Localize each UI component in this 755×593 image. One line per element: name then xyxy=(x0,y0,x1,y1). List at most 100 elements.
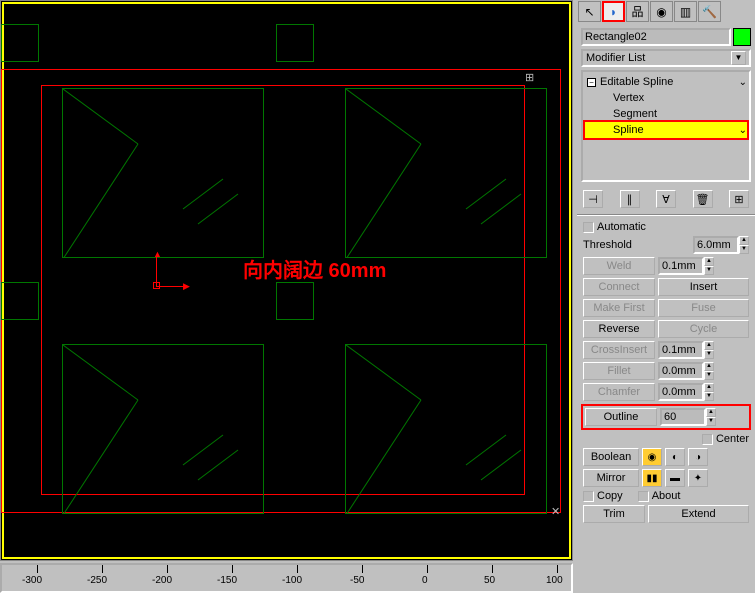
spinner-buttons[interactable]: ▲▼ xyxy=(739,236,749,254)
tab-create[interactable]: ↖ xyxy=(578,1,601,22)
tab-modify[interactable]: ◗ xyxy=(602,1,625,22)
about-label: About xyxy=(652,490,681,502)
vbars-icon: ∥ xyxy=(627,193,633,206)
panel-tl xyxy=(62,88,264,258)
modifier-list-dropdown[interactable]: Modifier List ▼ xyxy=(581,49,751,67)
threshold-spinner[interactable] xyxy=(693,236,739,254)
tree-segment[interactable]: Segment xyxy=(585,106,747,122)
boolean-subtract-button[interactable]: ◐ xyxy=(665,448,685,466)
fillet-button[interactable]: Fillet xyxy=(583,362,655,380)
crossinsert-spinner[interactable] xyxy=(658,341,704,359)
mirror-both-button[interactable]: ✦ xyxy=(688,469,708,487)
cycle-button[interactable]: Cycle xyxy=(658,320,749,338)
configure-sets-button[interactable]: ⊞ xyxy=(729,190,749,208)
modifier-list-label: Modifier List xyxy=(586,52,645,64)
boolean-union-button[interactable]: ◉ xyxy=(642,448,662,466)
divider xyxy=(577,214,755,216)
chevron-icon: ⌄ xyxy=(739,125,747,136)
mirror-button[interactable]: Mirror xyxy=(583,469,639,487)
ruler-label: -300 xyxy=(22,575,42,586)
connect-button[interactable]: Connect xyxy=(583,278,655,296)
makefirst-button[interactable]: Make First xyxy=(583,299,655,317)
chevron-icon: ⌄ xyxy=(739,77,747,88)
tree-spline[interactable]: Spline ⌄ xyxy=(585,122,747,138)
arc-icon: ◗ xyxy=(610,5,617,19)
ruler-ticks: -300 -250 -200 -150 -100 -50 0 50 100 xyxy=(2,565,571,591)
trash-icon: 🗑 xyxy=(696,193,710,206)
chamfer-spinner[interactable] xyxy=(658,383,704,401)
center-label: Center xyxy=(716,433,749,445)
spinner-buttons[interactable]: ▲▼ xyxy=(706,408,716,426)
ruler-label: -150 xyxy=(217,575,237,586)
remove-modifier-button[interactable]: 🗑 xyxy=(693,190,713,208)
automatic-label: Automatic xyxy=(597,221,646,233)
command-panel: ↖ ◗ 品 ◉ ▥ 🔨 Modifier List ▼ − Editable S… xyxy=(577,0,755,593)
chamfer-button[interactable]: Chamfer xyxy=(583,383,655,401)
outline-spinner[interactable] xyxy=(660,408,706,426)
center-checkbox[interactable] xyxy=(702,434,713,445)
handle-br: ✕ xyxy=(551,505,561,515)
automatic-checkbox[interactable] xyxy=(583,222,594,233)
object-color-swatch[interactable] xyxy=(733,28,751,46)
tree-root-label: Editable Spline xyxy=(600,76,673,88)
insert-button[interactable]: Insert xyxy=(658,278,749,296)
boolean-intersect-button[interactable]: ◑ xyxy=(688,448,708,466)
about-checkbox[interactable] xyxy=(638,491,649,502)
fillet-spinner[interactable] xyxy=(658,362,704,380)
copy-checkbox[interactable] xyxy=(583,491,594,502)
show-end-result-button[interactable]: ∥ xyxy=(620,190,640,208)
outline-highlight: Outline ▲▼ xyxy=(581,404,751,430)
trim-button[interactable]: Trim xyxy=(583,505,645,523)
tab-display[interactable]: ▥ xyxy=(674,1,697,22)
hammer-icon: 🔨 xyxy=(702,5,717,19)
ruler-label: 100 xyxy=(546,575,563,586)
mirror-h-button[interactable]: ▮▮ xyxy=(642,469,662,487)
reverse-button[interactable]: Reverse xyxy=(583,320,655,338)
tree-vertex[interactable]: Vertex xyxy=(585,90,747,106)
mirror-h-icon: ▮▮ xyxy=(646,473,657,484)
box-ml xyxy=(1,282,39,320)
panel-br xyxy=(345,344,547,514)
mirror-v-button[interactable]: ▬ xyxy=(665,469,685,487)
tab-motion[interactable]: ◉ xyxy=(650,1,673,22)
rollout-geometry: Automatic Threshold ▲▼ Weld ▲▼ Connect I… xyxy=(577,218,755,529)
make-unique-button[interactable]: ∀ xyxy=(656,190,676,208)
spinner-buttons[interactable]: ▲▼ xyxy=(704,362,714,380)
tree-item-label: Segment xyxy=(613,108,657,120)
weld-spinner[interactable] xyxy=(658,257,704,275)
display-icon: ▥ xyxy=(680,5,691,19)
union-icon: ◉ xyxy=(648,452,657,463)
stack-toolbar: ⊣ ∥ ∀ 🗑 ⊞ xyxy=(577,186,755,212)
ruler-label: -50 xyxy=(350,575,364,586)
tab-hierarchy[interactable]: 品 xyxy=(626,1,649,22)
modifier-stack[interactable]: − Editable Spline ⌄ Vertex Segment Splin… xyxy=(581,70,751,182)
object-name-input[interactable] xyxy=(581,28,731,46)
expand-icon[interactable]: − xyxy=(587,78,596,87)
crossinsert-button[interactable]: CrossInsert xyxy=(583,341,655,359)
ruler-label: -200 xyxy=(152,575,172,586)
viewport[interactable]: ⊞ ✕ ▲ ▶ 向内阔边 60mm xyxy=(0,0,573,561)
boolean-button[interactable]: Boolean xyxy=(583,448,639,466)
object-name-row xyxy=(581,28,751,46)
chevron-down-icon: ▼ xyxy=(731,51,746,65)
ruler-label: 0 xyxy=(422,575,428,586)
pin-stack-button[interactable]: ⊣ xyxy=(583,190,603,208)
ruler-label: -250 xyxy=(87,575,107,586)
spinner-buttons[interactable]: ▲▼ xyxy=(704,257,714,275)
mirror-both-icon: ✦ xyxy=(694,473,702,484)
spinner-buttons[interactable]: ▲▼ xyxy=(704,383,714,401)
spinner-buttons[interactable]: ▲▼ xyxy=(704,341,714,359)
intersect-icon: ◑ xyxy=(695,452,701,463)
tab-utilities[interactable]: 🔨 xyxy=(698,1,721,22)
tree-root[interactable]: − Editable Spline ⌄ xyxy=(585,74,747,90)
fuse-button[interactable]: Fuse xyxy=(658,299,749,317)
outline-button[interactable]: Outline xyxy=(585,408,657,426)
panel-tr xyxy=(345,88,547,258)
extend-button[interactable]: Extend xyxy=(648,505,749,523)
ruler: -300 -250 -200 -150 -100 -50 0 50 100 xyxy=(0,563,573,593)
pointer-icon: ↖ xyxy=(584,5,594,19)
config-icon: ⊞ xyxy=(734,193,743,206)
annotation-text: 向内阔边 60mm xyxy=(243,254,386,283)
weld-button[interactable]: Weld xyxy=(583,257,655,275)
tree-item-label: Spline xyxy=(613,124,644,136)
